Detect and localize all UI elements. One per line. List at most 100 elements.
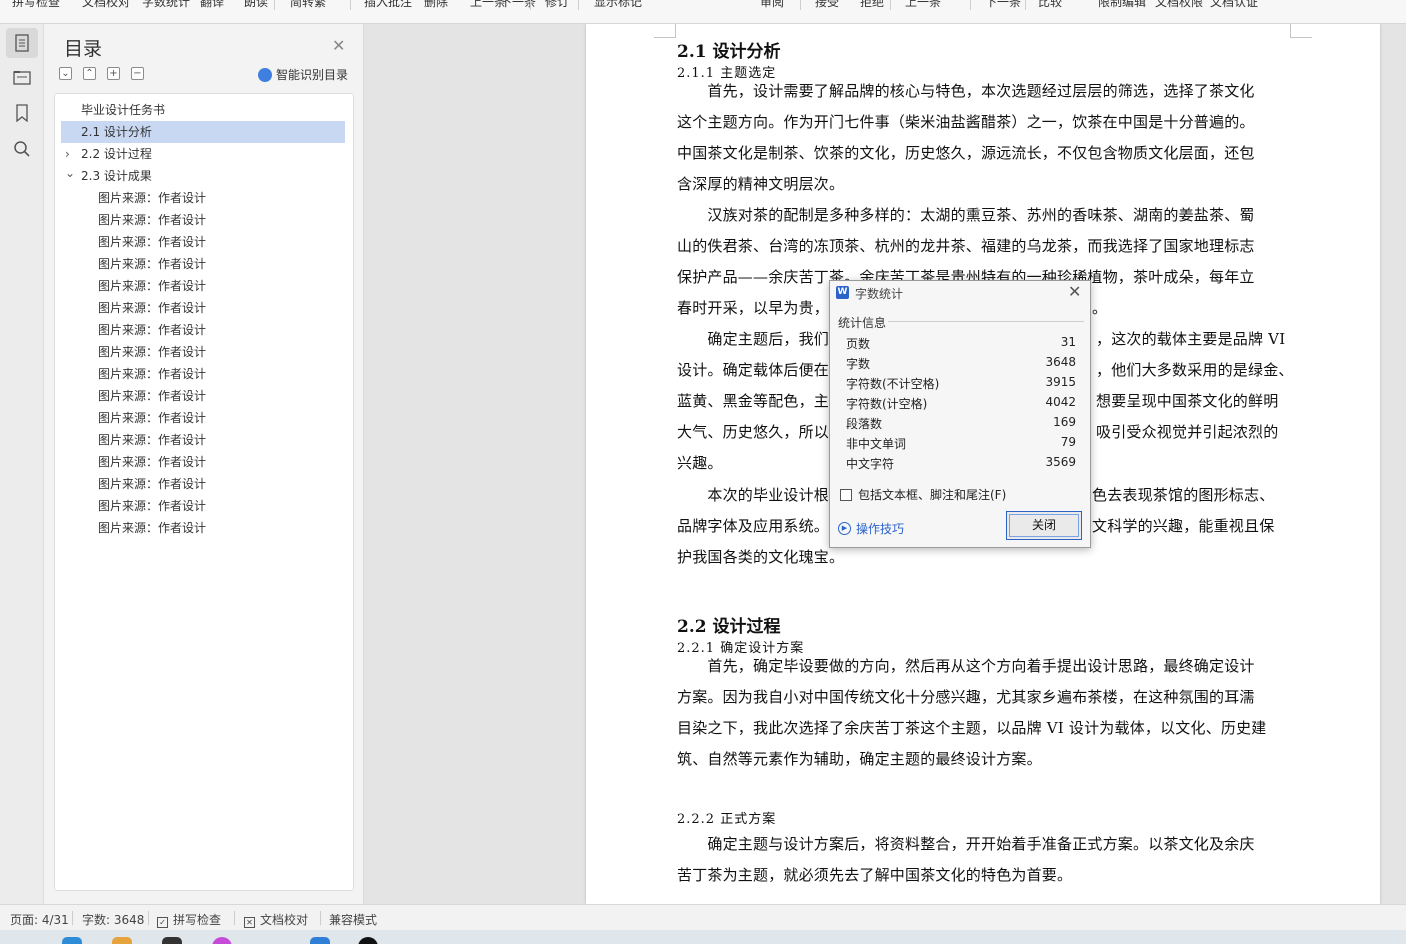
toc-item[interactable]: › 2.2 设计过程 (61, 143, 345, 165)
ribbon-item[interactable]: 修订 (545, 0, 569, 10)
ribbon-item[interactable]: 显示标记 (594, 0, 642, 10)
close-button[interactable]: 关闭 (1006, 511, 1082, 540)
include-textbox-checkbox[interactable]: 包括文本框、脚注和尾注(F) (840, 486, 1006, 503)
toc-item[interactable]: 图片来源：作者设计 (95, 187, 345, 209)
ribbon-item[interactable]: 限制编辑 (1098, 0, 1146, 10)
taskbar-app-icon[interactable] (358, 937, 378, 944)
stat-value: 3569 (1045, 455, 1076, 469)
toc-item[interactable]: ⌄ 2.3 设计成果 (61, 165, 345, 187)
toc-item[interactable]: 图片来源：作者设计 (95, 495, 345, 517)
collapse-all-icon[interactable]: ⌄ (59, 67, 72, 80)
navigation-icon[interactable] (6, 62, 38, 92)
spell-check-label: 拼写检查 (173, 913, 222, 927)
paragraph-line: 春时开采，以早为贵， (677, 299, 830, 317)
toc-item-label: 图片来源：作者设计 (98, 345, 207, 359)
taskbar-app-icon[interactable] (162, 937, 182, 944)
ribbon-item[interactable]: 插入批注 (364, 0, 412, 10)
close-icon[interactable]: ✕ (332, 36, 345, 55)
dialog-titlebar[interactable]: W 字数统计 ✕ (830, 281, 1090, 305)
paragraph-line: 蓝黄、黑金等配色，主 (677, 392, 830, 410)
taskbar-app-icon[interactable] (310, 937, 330, 944)
add-heading-icon[interactable]: + (107, 67, 120, 80)
toc-item[interactable]: 图片来源：作者设计 (95, 231, 345, 253)
taskbar (0, 930, 1406, 944)
paragraph-line: 目染之下，我此次选择了余庆苦丁茶这个主题，以品牌 VI 设计为载体，以文化、历史… (677, 719, 1267, 737)
stat-value: 4042 (1045, 395, 1076, 409)
stat-value: 31 (1060, 335, 1076, 349)
ribbon-item[interactable]: 朗读 (244, 0, 268, 10)
checkbox-box[interactable] (840, 488, 852, 501)
ribbon-divider (274, 0, 275, 10)
ribbon-item[interactable]: 上一条 (905, 0, 941, 10)
divider (72, 911, 73, 925)
spell-check-button[interactable]: ✓ 拼写检查 (157, 911, 221, 928)
play-icon: ▶ (838, 522, 851, 535)
ribbon-item[interactable]: 字数统计 (142, 0, 190, 10)
stat-value: 79 (1060, 435, 1076, 449)
compat-mode-label: 兼容模式 (329, 913, 378, 927)
word-count-indicator[interactable]: 字数: 3648 (82, 911, 144, 928)
proofread-button[interactable]: ✕ 文档校对 (244, 911, 308, 928)
chevron-down-icon[interactable]: ⌄ (65, 162, 75, 184)
toc-panel: 目录 ✕ ⌄ ⌃ + − 智能识别目录 毕业设计任务书 2.1 设计分析 › 2.2 … (44, 24, 364, 904)
divider (148, 911, 149, 925)
ribbon-item[interactable]: 文档权限 (1155, 0, 1203, 10)
ribbon-item[interactable]: 拼写检查 (12, 0, 60, 10)
toc-item[interactable]: 图片来源：作者设计 (95, 473, 345, 495)
ribbon-item[interactable]: 文档校对 (82, 0, 130, 10)
toc-item-label: 图片来源：作者设计 (98, 191, 207, 205)
section-heading: 2.1 设计分析 (677, 42, 781, 62)
toc-item[interactable]: 图片来源：作者设计 (95, 297, 345, 319)
toc-item[interactable]: 图片来源：作者设计 (95, 517, 345, 539)
ribbon-item[interactable]: 拒绝 (860, 0, 884, 10)
expand-all-icon[interactable]: ⌃ (83, 67, 96, 80)
toc-list: 毕业设计任务书 2.1 设计分析 › 2.2 设计过程 ⌄ 2.3 设计成果图片来源：作者… (54, 93, 354, 891)
stat-row: 字符数(计空格) 4042 (846, 393, 1076, 413)
toc-item[interactable]: 图片来源：作者设计 (95, 451, 345, 473)
paragraph-line: 吸引受众视觉并引起浓烈的 (1096, 423, 1279, 441)
toc-item[interactable]: 图片来源：作者设计 (95, 341, 345, 363)
ribbon-item[interactable]: 接受 (815, 0, 839, 10)
stat-row: 非中文单词 79 (846, 433, 1076, 453)
paragraph-line: 本次的毕业设计根 (677, 486, 830, 504)
ribbon-item[interactable]: 审阅 (760, 0, 784, 10)
toc-item[interactable]: 图片来源：作者设计 (95, 253, 345, 275)
toc-item[interactable]: 图片来源：作者设计 (95, 429, 345, 451)
search-icon[interactable] (6, 134, 38, 164)
stat-value: 3915 (1045, 375, 1076, 389)
toc-item[interactable]: 图片来源：作者设计 (95, 209, 345, 231)
stat-row: 字符数(不计空格) 3915 (846, 373, 1076, 393)
ribbon-item[interactable]: 翻译 (200, 0, 224, 10)
ribbon-item[interactable]: 下一条 (985, 0, 1021, 10)
close-icon[interactable]: ✕ (1068, 282, 1081, 301)
stats-section-label: 统计信息 (838, 316, 887, 330)
ribbon-item[interactable]: 比较 (1038, 0, 1062, 10)
left-icon-rail (0, 24, 44, 904)
taskbar-folder-icon[interactable] (112, 937, 132, 944)
toc-item[interactable]: 图片来源：作者设计 (95, 385, 345, 407)
taskbar-app-icon[interactable] (212, 937, 232, 944)
ribbon-item[interactable]: 简转繁 (290, 0, 326, 10)
taskbar-app-icon[interactable] (62, 937, 82, 944)
bookmark-icon[interactable] (6, 98, 38, 128)
toc-item-label: 图片来源：作者设计 (98, 367, 207, 381)
toc-item[interactable]: 毕业设计任务书 (61, 99, 345, 121)
toc-item[interactable]: 图片来源：作者设计 (95, 363, 345, 385)
smart-toc-button[interactable]: 智能识别目录 (258, 66, 348, 83)
toc-item[interactable]: 图片来源：作者设计 (95, 319, 345, 341)
ribbon-item[interactable]: 文档认证 (1210, 0, 1258, 10)
toc-item[interactable]: 图片来源：作者设计 (95, 407, 345, 429)
paragraph-line: 首先，确定毕设要做的方向，然后再从这个方向着手提出设计思路，最终确定设计 (677, 657, 1255, 675)
paragraph-line: 色去表现茶馆的图形标志、 (1092, 486, 1275, 504)
page-indicator[interactable]: 页面: 4/31 (10, 911, 69, 928)
document-icon[interactable] (6, 28, 38, 58)
tips-link[interactable]: ▶ 操作技巧 (838, 520, 904, 537)
paragraph-line: 文科学的兴趣，能重视且保 (1092, 517, 1275, 535)
toc-item-label: 图片来源：作者设计 (98, 389, 207, 403)
paragraph-line: 汉族对茶的配制是多种多样的：太湖的熏豆茶、苏州的香味茶、湖南的姜盐茶、蜀 (677, 206, 1255, 224)
toc-item[interactable]: 2.1 设计分析 (61, 121, 345, 143)
remove-heading-icon[interactable]: − (131, 67, 144, 80)
toc-item[interactable]: 图片来源：作者设计 (95, 275, 345, 297)
ribbon-item[interactable]: 删除 (424, 0, 448, 10)
stat-label: 页数 (846, 337, 871, 351)
